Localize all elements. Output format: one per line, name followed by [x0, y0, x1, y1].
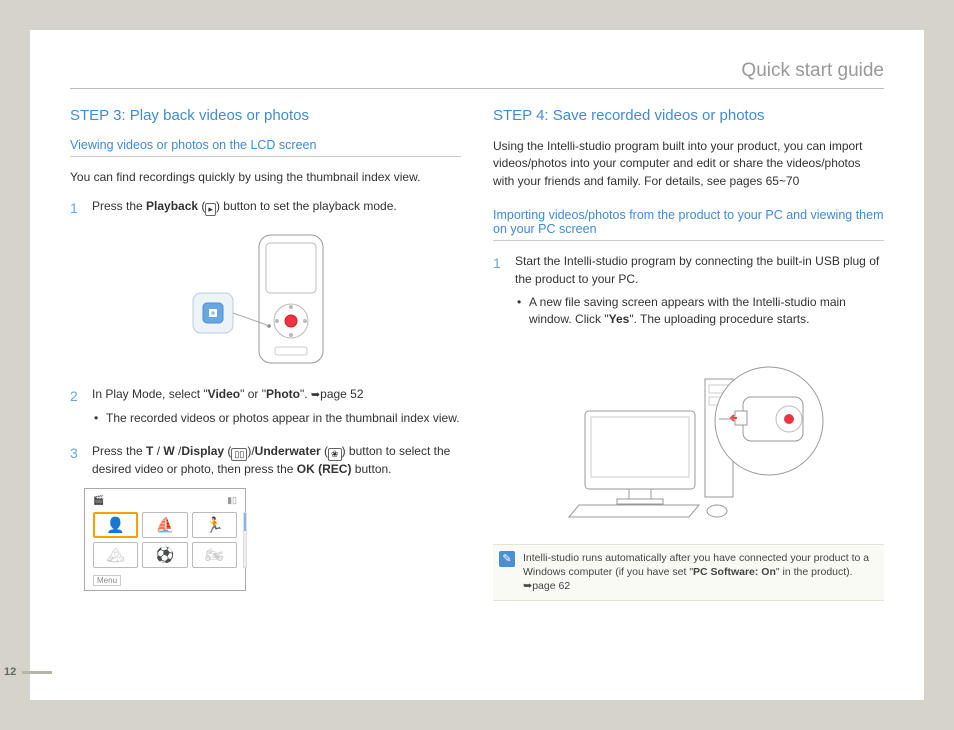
step3-item-3: 3 Press the T / W /Display (▯▯)/Underwat… [70, 443, 461, 478]
left-column: STEP 3: Play back videos or photos Viewi… [70, 107, 461, 601]
bullet: A new file saving screen appears with th… [515, 294, 884, 329]
arrow-icon: ➥ [311, 389, 320, 401]
step4-list: 1 Start the Intelli-studio program by co… [493, 253, 884, 335]
arrow-icon: ➥ [523, 580, 532, 592]
thumbnail-cell: 🏔 [93, 542, 138, 568]
playback-icon: ▸ [205, 203, 216, 216]
step3-intro: You can find recordings quickly by using… [70, 169, 461, 186]
page-title: Quick start guide [70, 60, 884, 89]
page-number: 12 [4, 666, 52, 678]
step4-intro: Using the Intelli-studio program built i… [493, 138, 884, 190]
underwater-icon: ❀ [328, 448, 342, 461]
thumbnail-cell: ⚽ [142, 542, 187, 568]
thumbnail-cell: ⛵ [142, 512, 187, 538]
scrollbar [243, 512, 247, 568]
step4-subhead: Importing videos/photos from the product… [493, 208, 884, 241]
thumbnail-view-illustration: 🎬 ▮▯ 👤 ⛵ 🏃 🏔 ⚽ 🏍 Menu [84, 488, 461, 591]
manual-page: Quick start guide STEP 3: Play back vide… [30, 30, 924, 700]
battery-icon: ▮▯ [227, 495, 237, 506]
list-number: 2 [70, 386, 82, 433]
list-number: 1 [493, 253, 505, 335]
info-icon: ✎ [499, 551, 515, 567]
step3-item-1: 1 Press the Playback (▸) button to set t… [70, 198, 461, 218]
step3-list: 1 Press the Playback (▸) button to set t… [70, 198, 461, 218]
content-columns: STEP 3: Play back videos or photos Viewi… [70, 107, 884, 601]
step3-heading: STEP 3: Play back videos or photos [70, 107, 461, 124]
list-number: 1 [70, 198, 82, 218]
step4-item-1: 1 Start the Intelli-studio program by co… [493, 253, 884, 335]
menu-label: Menu [93, 575, 121, 586]
step3-item-2: 2 In Play Mode, select "Video" or "Photo… [70, 386, 461, 433]
thumbnail-cell: 🏃 [192, 512, 237, 538]
thumbnail-cell: 🏍 [192, 542, 237, 568]
info-note: ✎ Intelli-studio runs automatically afte… [493, 544, 884, 601]
right-column: STEP 4: Save recorded videos or photos U… [493, 107, 884, 601]
step3-list-cont: 2 In Play Mode, select "Video" or "Photo… [70, 386, 461, 479]
video-mode-icon: 🎬 [93, 495, 104, 506]
list-number: 3 [70, 443, 82, 478]
bullet: The recorded videos or photos appear in … [92, 410, 461, 427]
thumbnail-cell: 👤 [93, 512, 138, 538]
display-icon: ▯▯ [231, 448, 247, 461]
step4-heading: STEP 4: Save recorded videos or photos [493, 107, 884, 124]
step3-subhead: Viewing videos or photos on the LCD scre… [70, 138, 461, 157]
device-illustration [70, 229, 461, 372]
pc-connection-illustration [493, 349, 884, 522]
